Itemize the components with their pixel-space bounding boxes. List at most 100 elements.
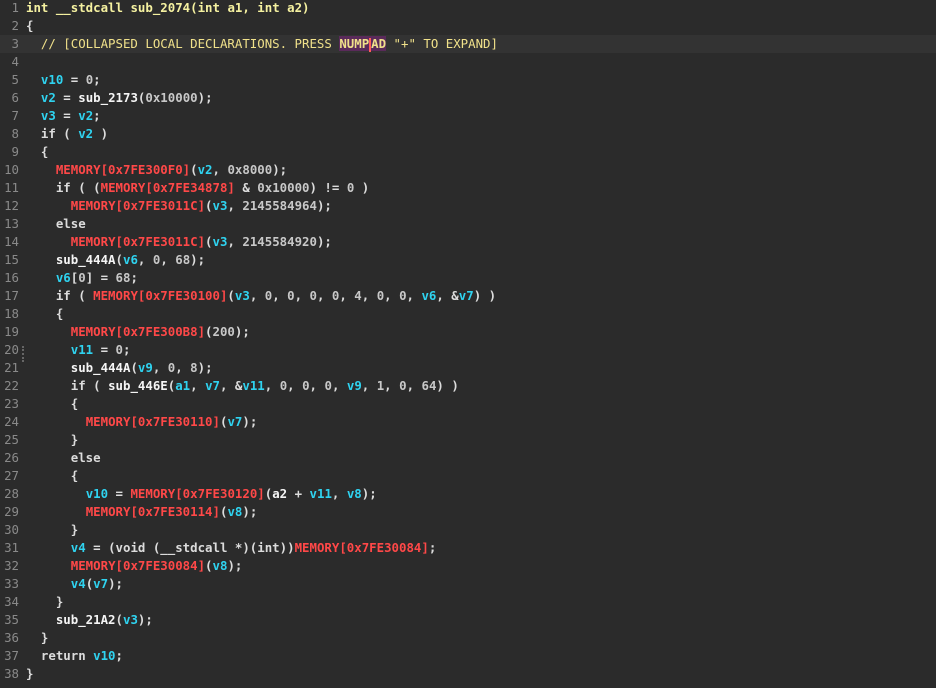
pseudocode-editor[interactable]: 1 int __stdcall sub_2074(int a1, int a2) 2…: [0, 0, 936, 688]
code-token: ,: [272, 288, 288, 303]
code-text[interactable]: return v10;: [26, 647, 123, 665]
code-text[interactable]: }: [26, 593, 63, 611]
code-text[interactable]: sub_444A(v9, 0, 8);: [26, 359, 213, 377]
code-text[interactable]: v4 = (void (__stdcall *)(int))MEMORY[0x7…: [26, 539, 437, 557]
code-text[interactable]: sub_444A(v6, 0, 68);: [26, 251, 205, 269]
code-text[interactable]: }: [26, 521, 78, 539]
code-token: MEMORY[0x7FE30120]: [130, 486, 265, 501]
code-text[interactable]: }: [26, 629, 48, 647]
code-line[interactable]: 31 v4 = (void (__stdcall *)(int))MEMORY[…: [0, 539, 936, 557]
code-line[interactable]: 1 int __stdcall sub_2074(int a1, int a2): [0, 0, 936, 17]
code-token: v2: [78, 126, 94, 141]
code-token: ,: [309, 378, 325, 393]
code-line[interactable]: 18 {: [0, 305, 936, 323]
code-token: a2: [272, 486, 288, 501]
code-text[interactable]: v11 = 0;: [26, 341, 131, 359]
code-text[interactable]: if ( v2 ): [26, 125, 108, 143]
code-text[interactable]: }: [26, 431, 78, 449]
code-line[interactable]: 33 v4(v7);: [0, 575, 936, 593]
code-line[interactable]: 9 {: [0, 143, 936, 161]
line-number: 14: [4, 234, 19, 249]
code-text[interactable]: MEMORY[0x7FE300F0](v2, 0x8000);: [26, 161, 287, 179]
code-line[interactable]: 21 sub_444A(v9, 0, 8);: [0, 359, 936, 377]
code-line[interactable]: 3 // [COLLAPSED LOCAL DECLARATIONS. PRES…: [0, 35, 936, 53]
code-line[interactable]: 27 {: [0, 467, 936, 485]
code-text[interactable]: // [COLLAPSED LOCAL DECLARATIONS. PRESS …: [26, 35, 498, 53]
code-line[interactable]: 26 else: [0, 449, 936, 467]
code-text[interactable]: MEMORY[0x7FE30110](v7);: [26, 413, 258, 431]
code-line[interactable]: 30 }: [0, 521, 936, 539]
code-token: 0: [115, 342, 124, 357]
code-line[interactable]: 15 sub_444A(v6, 0, 68);: [0, 251, 936, 269]
code-text[interactable]: sub_21A2(v3);: [26, 611, 153, 629]
code-line[interactable]: 24 MEMORY[0x7FE30110](v7);: [0, 413, 936, 431]
code-text[interactable]: MEMORY[0x7FE3011C](v3, 2145584920);: [26, 233, 332, 251]
code-token: (: [205, 198, 213, 213]
code-line[interactable]: 36 }: [0, 629, 936, 647]
line-number: 29: [4, 504, 19, 519]
code-token: a2: [287, 0, 303, 15]
code-token: (: [205, 234, 213, 249]
line-number: 28: [4, 486, 19, 501]
code-line[interactable]: 37 return v10;: [0, 647, 936, 665]
code-text[interactable]: {: [26, 143, 48, 161]
code-text[interactable]: v3 = v2;: [26, 107, 101, 125]
code-text[interactable]: MEMORY[0x7FE30084](v8);: [26, 557, 243, 575]
code-line[interactable]: 19 MEMORY[0x7FE300B8](200);: [0, 323, 936, 341]
code-text[interactable]: {: [26, 17, 33, 35]
code-line[interactable]: 20 v11 = 0;: [0, 341, 936, 359]
code-text[interactable]: else: [26, 449, 101, 467]
code-line[interactable]: 16 v6[0] = 68;: [0, 269, 936, 287]
code-line[interactable]: 34 }: [0, 593, 936, 611]
code-line[interactable]: 25 }: [0, 431, 936, 449]
code-text[interactable]: if ( (MEMORY[0x7FE34878] & 0x10000) != 0…: [26, 179, 369, 197]
code-line[interactable]: 8 if ( v2 ): [0, 125, 936, 143]
code-text[interactable]: }: [26, 665, 33, 683]
code-line[interactable]: 12 MEMORY[0x7FE3011C](v3, 2145584964);: [0, 197, 936, 215]
code-token: sub_2173: [78, 90, 138, 105]
code-text[interactable]: v10 = MEMORY[0x7FE30120](a2 + v11, v8);: [26, 485, 377, 503]
code-text[interactable]: v4(v7);: [26, 575, 123, 593]
code-line[interactable]: 5 v10 = 0;: [0, 71, 936, 89]
code-token: ,: [227, 234, 243, 249]
code-text[interactable]: {: [26, 395, 78, 413]
code-text[interactable]: v2 = sub_2173(0x10000);: [26, 89, 213, 107]
code-text[interactable]: MEMORY[0x7FE300B8](200);: [26, 323, 250, 341]
code-text[interactable]: if ( MEMORY[0x7FE30100](v3, 0, 0, 0, 0, …: [26, 287, 496, 305]
code-line[interactable]: 38}: [0, 665, 936, 683]
code-text[interactable]: MEMORY[0x7FE30114](v8);: [26, 503, 258, 521]
code-line[interactable]: 6 v2 = sub_2173(0x10000);: [0, 89, 936, 107]
code-text[interactable]: {: [26, 467, 78, 485]
code-token: v10: [85, 486, 109, 501]
code-text[interactable]: int __stdcall sub_2074(int a1, int a2): [26, 0, 310, 17]
code-text[interactable]: else: [26, 215, 86, 233]
line-number: 16: [4, 270, 19, 285]
code-line[interactable]: 14 MEMORY[0x7FE3011C](v3, 2145584920);: [0, 233, 936, 251]
code-text[interactable]: v10 = 0;: [26, 71, 101, 89]
code-line[interactable]: 28 v10 = MEMORY[0x7FE30120](a2 + v11, v8…: [0, 485, 936, 503]
line-number: 35: [4, 612, 19, 627]
code-line[interactable]: 32 MEMORY[0x7FE30084](v8);: [0, 557, 936, 575]
code-line[interactable]: 4: [0, 53, 936, 71]
code-line[interactable]: 11 if ( (MEMORY[0x7FE34878] & 0x10000) !…: [0, 179, 936, 197]
code-token: ,: [339, 288, 355, 303]
code-text[interactable]: {: [26, 305, 63, 323]
code-line[interactable]: 17 if ( MEMORY[0x7FE30100](v3, 0, 0, 0, …: [0, 287, 936, 305]
code-line[interactable]: 35 sub_21A2(v3);: [0, 611, 936, 629]
code-token: =: [108, 486, 131, 501]
code-text[interactable]: if ( sub_446E(a1, v7, &v11, 0, 0, 0, v9,…: [26, 377, 459, 395]
code-token: 68: [175, 252, 191, 267]
code-line[interactable]: 7 v3 = v2;: [0, 107, 936, 125]
code-token: ,: [242, 0, 258, 15]
code-line[interactable]: 22 if ( sub_446E(a1, v7, &v11, 0, 0, 0, …: [0, 377, 936, 395]
code-line[interactable]: 23 {: [0, 395, 936, 413]
code-token: 0: [309, 288, 317, 303]
code-text[interactable]: MEMORY[0x7FE3011C](v3, 2145584964);: [26, 197, 332, 215]
code-line[interactable]: 29 MEMORY[0x7FE30114](v8);: [0, 503, 936, 521]
code-line[interactable]: 13 else: [0, 215, 936, 233]
code-line[interactable]: 2{: [0, 17, 936, 35]
code-line[interactable]: 10 MEMORY[0x7FE300F0](v2, 0x8000);: [0, 161, 936, 179]
code-text[interactable]: v6[0] = 68;: [26, 269, 138, 287]
code-token: );: [316, 198, 332, 213]
code-token: if (: [26, 378, 109, 393]
